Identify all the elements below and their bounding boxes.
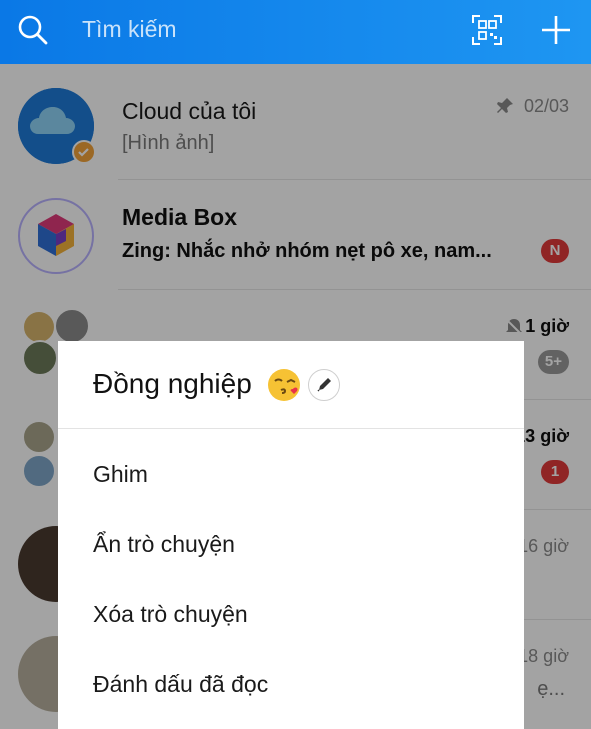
menu-item-delete-chat[interactable]: Xóa trò chuyện [58,581,524,651]
menu-item-pin[interactable]: Ghim [58,441,524,511]
qr-code-icon[interactable] [470,13,504,47]
search-icon[interactable] [14,12,50,48]
menu-item-label: Ẩn trò chuyện [93,531,235,557]
menu-item-mark-read[interactable]: Đánh dấu đã đọc [58,651,524,721]
conversation-options-dialog: Đồng nghiệp Ghim Ẩn trò chuyện Xóa trò c… [58,341,524,729]
top-bar: Tìm kiếm [0,0,591,64]
menu-item-hide-chat[interactable]: Ẩn trò chuyện [58,511,524,581]
dialog-title: Đồng nghiệp [93,368,252,399]
plus-icon[interactable] [539,13,573,47]
kissing-face-icon [268,369,300,401]
dialog-header: Đồng nghiệp [58,341,524,429]
menu-item-label: Xóa trò chuyện [93,601,248,627]
search-input[interactable]: Tìm kiếm [82,16,177,43]
menu-item-label: Đánh dấu đã đọc [93,671,269,697]
edit-name-button[interactable] [308,369,340,401]
menu-item-label: Ghim [93,461,148,487]
pencil-icon [317,378,331,392]
